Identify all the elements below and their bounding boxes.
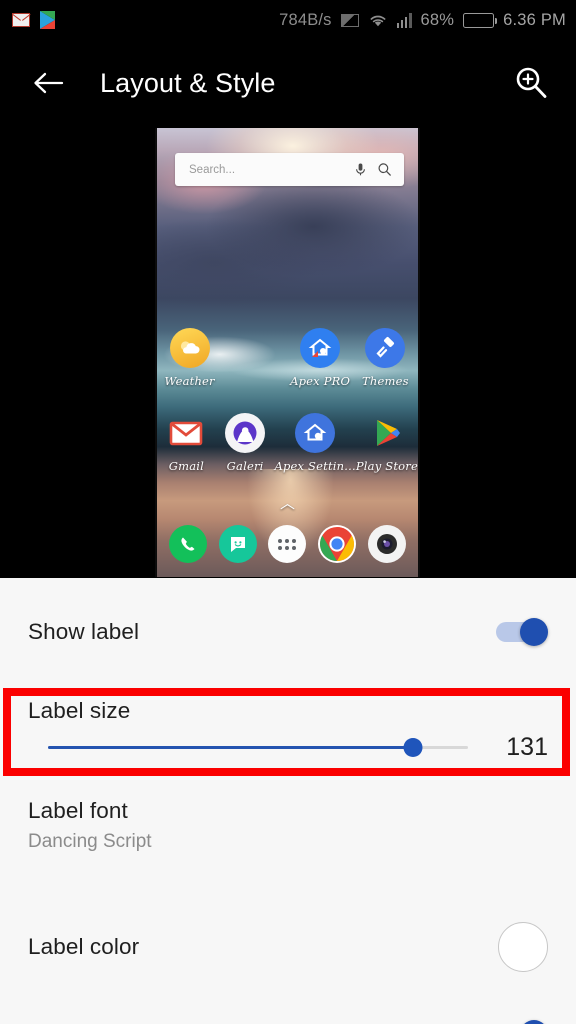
setting-row-label-size[interactable]: Label size 131 [0,686,576,774]
slider-thumb[interactable] [403,737,423,757]
preview-app-apex-settings[interactable]: Apex Settin... [274,409,356,494]
phone-screen: 784B/s 68% 6.36 PM Layout & Style Search… [0,0,576,1024]
label-size-slider[interactable] [48,737,468,759]
show-label-toggle[interactable] [496,618,548,646]
battery-percent: 68% [420,10,455,29]
preview-app-label: Apex PRO [290,374,351,388]
search-placeholder: Search... [189,163,236,176]
play-store-icon [367,413,407,453]
preview-search-bar[interactable]: Search... [175,153,404,186]
back-button[interactable] [26,61,70,105]
label-color-swatch[interactable] [498,922,548,972]
preview-app-empty [222,324,287,409]
preview-app-galeri[interactable]: Galeri [216,409,275,494]
slider-fill [48,745,414,749]
home-screen-preview[interactable]: Search... Weather Apex PRO Themes Gmail … [155,128,420,577]
preview-app-themes[interactable]: Themes [353,324,418,409]
play-store-icon [40,11,55,29]
preview-app-play-store[interactable]: Play Store [356,409,418,494]
weather-icon [169,328,210,368]
preview-app-label: Weather [164,374,215,388]
drawer-dots [278,538,297,550]
search-icon[interactable] [376,161,393,178]
preview-app-gmail[interactable]: Gmail [157,409,216,494]
show-label-shadow-toggle[interactable] [496,1020,548,1024]
zoom-in-button[interactable] [508,60,554,106]
show-label-title: Show label [28,619,140,644]
label-font-subtitle: Dancing Script [28,831,152,852]
toggle-knob [520,618,548,646]
setting-row-show-label[interactable]: Show label [0,578,576,686]
setting-row-show-label-shadow[interactable]: Show label shadow [0,1004,576,1024]
label-font-title: Label font [28,798,128,823]
preview-dock [157,525,418,563]
label-color-title: Label color [28,934,140,959]
show-label-texts: Show label [28,619,496,645]
app-drawer-icon[interactable] [268,525,307,563]
app-drawer-chevron-icon[interactable]: ︿ [157,496,418,511]
preview-icon-row: Gmail Galeri Apex Settin... Play Store [157,409,418,494]
preview-icon-grid: Weather Apex PRO Themes Gmail Galeri Ape… [157,324,418,494]
toggle-knob [520,1020,548,1024]
setting-row-label-font[interactable]: Label font Dancing Script [0,774,576,890]
signal-icon [396,12,412,28]
gmail-icon [166,413,206,453]
preview-app-label: Play Store [355,459,418,473]
preview-app-label: Themes [362,374,409,388]
setting-row-label-color[interactable]: Label color [0,890,576,1004]
network-speed: 784B/s [279,10,332,29]
preview-app-label: Gmail [168,459,205,473]
preview-app-weather[interactable]: Weather [157,324,222,409]
app-toolbar: Layout & Style [0,40,576,126]
status-clock: 6.36 PM [503,10,566,29]
preview-icon-row: Weather Apex PRO Themes [157,324,418,409]
status-system-icons: 784B/s 68% 6.36 PM [279,11,566,30]
home-screen-preview-area: Search... Weather Apex PRO Themes Gmail … [0,126,576,578]
label-size-slider-line: 131 [28,733,548,762]
status-notification-icons [12,11,55,29]
zoom-in-icon [516,67,547,98]
cast-icon [340,13,359,27]
label-font-texts: Label font Dancing Script [28,798,548,853]
messages-icon[interactable] [218,525,257,563]
apex-settings-icon [295,413,336,453]
gallery-icon [225,413,266,453]
page-title: Layout & Style [100,67,276,98]
camera-icon[interactable] [368,525,407,563]
label-color-texts: Label color [28,934,498,960]
back-arrow-icon [34,72,64,94]
preview-app-label: Galeri [226,459,264,473]
gmail-icon [12,13,30,27]
phone-icon[interactable] [168,525,207,563]
preview-app-apex-pro[interactable]: Apex PRO [288,324,353,409]
status-bar: 784B/s 68% 6.36 PM [0,0,576,40]
label-size-title: Label size [28,698,131,723]
settings-list: Show label Label size 131 Label font Dan… [0,578,576,1024]
label-size-value: 131 [506,733,548,761]
preview-app-label: Apex Settin... [274,459,356,473]
themes-icon [365,328,406,368]
apex-pro-icon [300,328,341,368]
microphone-icon[interactable] [352,161,369,178]
battery-icon [463,12,498,28]
chrome-icon[interactable] [318,525,357,563]
wifi-icon [368,12,388,28]
